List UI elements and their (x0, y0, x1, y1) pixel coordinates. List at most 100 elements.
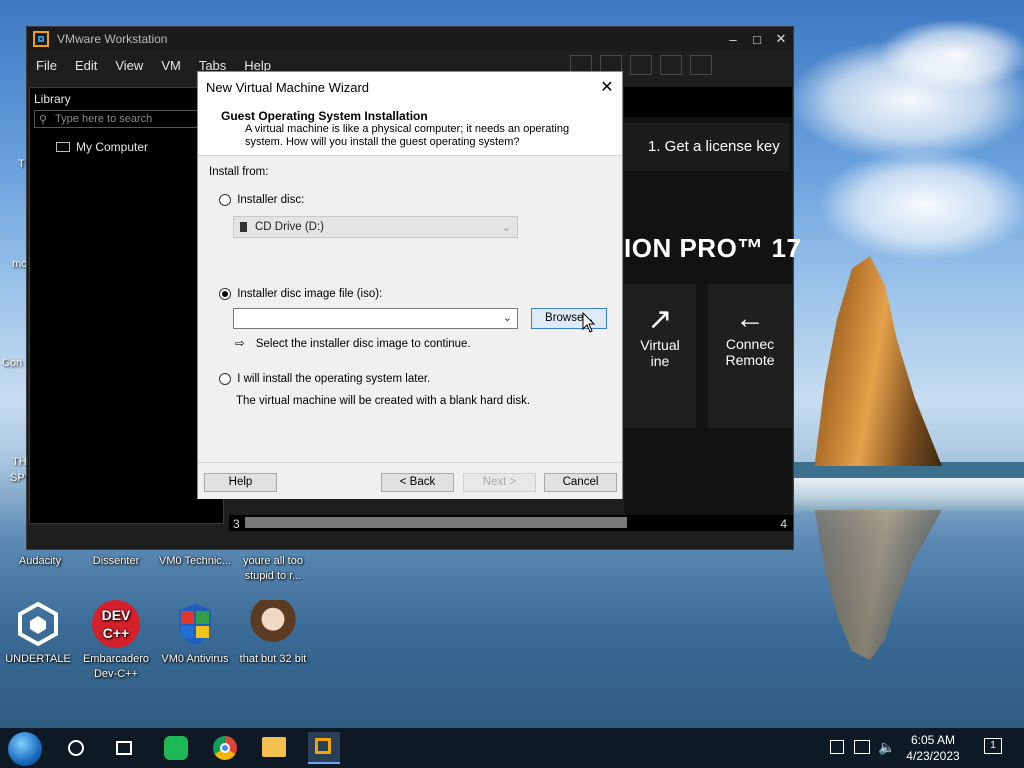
desktop-icon-32bit[interactable]: that but 32 bit (235, 600, 311, 667)
description-line: system. How will you install the guest o… (245, 136, 520, 148)
option-label: I will install the operating system late… (237, 373, 431, 386)
status-left: 3 (233, 517, 240, 531)
library-search-input[interactable]: ⚲ Type here to search (34, 110, 219, 128)
console-view-icon[interactable] (690, 55, 713, 75)
close-button[interactable]: ✕ (769, 31, 793, 47)
install-later-description: The virtual machine will be created with… (236, 395, 531, 407)
devcpp-icon: DEV C++ (92, 600, 140, 648)
wizard-heading: Guest Operating System Installation (221, 109, 428, 123)
card-label: Connec Remote (725, 336, 775, 368)
dialog-title: New Virtual Machine Wizard (206, 79, 370, 95)
fullscreen-icon[interactable] (630, 55, 653, 75)
cloud (880, 20, 1024, 90)
desktop-icon-vm0-technic[interactable]: VM0 Technic... (157, 554, 233, 569)
desktop-icon-devcpp[interactable]: DEV C++ Embarcadero Dev-C++ (78, 600, 154, 682)
search-circle-icon[interactable] (68, 740, 84, 756)
mouse-cursor-icon (582, 312, 596, 333)
notification-center-icon[interactable]: 1 (984, 738, 1002, 754)
help-button[interactable]: Help (204, 473, 277, 492)
connect-remote-card[interactable]: ← Connec Remote (708, 284, 792, 428)
search-icon: ⚲ (39, 113, 48, 126)
cd-drive-select: CD Drive (D:) ⌄ (233, 216, 518, 238)
cancel-button[interactable]: Cancel (544, 473, 617, 492)
home-tab: 1. Get a license key ION PRO™ 17 ↗ Virtu… (624, 87, 801, 519)
window-title: VMware Workstation (57, 32, 168, 46)
radio-installer-disc[interactable] (219, 194, 231, 206)
desktop-icon-antivirus[interactable]: VM0 Antivirus (157, 600, 233, 667)
card-label: Virtual ine (640, 337, 680, 369)
edge-label[interactable]: Con (2, 357, 22, 369)
clock[interactable]: 6:05 AM 4/23/2023 (898, 732, 968, 764)
wizard-button-bar: Help < Back Next > Cancel (198, 462, 622, 499)
cloud (820, 150, 1024, 260)
edge-label[interactable]: T (18, 158, 25, 170)
start-button[interactable] (8, 732, 42, 766)
chevron-down-icon[interactable]: ⌄ (503, 311, 512, 324)
menu-view[interactable]: View (106, 58, 152, 73)
radio-install-later[interactable] (219, 373, 231, 385)
menu-file[interactable]: File (27, 58, 66, 73)
new-vm-wizard-dialog: New Virtual Machine Wizard ✕ Guest Opera… (197, 71, 623, 499)
arrow-right-icon: ⇨ (235, 338, 245, 350)
option-label: Installer disc image file (iso): (237, 288, 383, 301)
next-button[interactable]: Next > (463, 473, 536, 492)
portrait-image-icon (249, 600, 297, 648)
copy-icon[interactable] (830, 740, 844, 754)
option-label: Installer disc: (237, 194, 305, 207)
vmware-taskbar-icon[interactable] (308, 732, 340, 764)
clock-time: 6:05 AM (910, 733, 956, 747)
radio-iso-file[interactable] (219, 288, 231, 300)
taskbar: 🔈 6:05 AM 4/23/2023 1 (0, 728, 1024, 768)
product-brand: ION PRO™ 17 (624, 233, 802, 263)
volume-muted-icon[interactable]: 🔈 (878, 739, 895, 755)
file-explorer-icon[interactable] (262, 737, 286, 757)
wizard-description: A virtual machine is like a physical com… (221, 123, 622, 149)
icon-label: youre all too stupid to r... (243, 555, 303, 582)
chevron-down-icon: ⌄ (501, 222, 511, 234)
status-right: 4 (780, 517, 787, 531)
back-button[interactable]: < Back (381, 473, 454, 492)
option-iso-file[interactable]: Installer disc image file (iso): (219, 288, 382, 300)
edge-label[interactable]: TH (12, 456, 27, 468)
minimize-button[interactable]: – (721, 32, 745, 47)
dialog-title-bar[interactable]: New Virtual Machine Wizard ✕ (198, 72, 622, 102)
shield-icon (171, 600, 219, 648)
option-install-later[interactable]: I will install the operating system late… (219, 373, 430, 385)
unity-icon (14, 600, 62, 648)
icon-label: Embarcadero Dev-C++ (82, 653, 150, 680)
install-from-label: Install from: (209, 166, 269, 178)
menu-vm[interactable]: VM (152, 58, 190, 73)
icon-label: Dissenter (92, 555, 140, 567)
menu-edit[interactable]: Edit (66, 58, 106, 73)
wizard-header: Guest Operating System Installation A vi… (198, 102, 622, 156)
vmware-logo-icon (33, 31, 49, 47)
desktop-icon-dissenter[interactable]: Dissenter (78, 554, 154, 569)
get-license-key-button[interactable]: 1. Get a license key (624, 123, 789, 171)
search-placeholder: Type here to search (55, 113, 153, 125)
title-bar[interactable]: VMware Workstation – □ ✕ (27, 27, 793, 51)
icon-label: VM0 Technic... (159, 555, 231, 567)
unity-mode-icon[interactable] (660, 55, 683, 75)
network-icon[interactable] (854, 740, 870, 754)
icon-label: VM0 Antivirus (161, 653, 229, 665)
status-bar: 3 4 (229, 515, 793, 531)
arrow-left-icon: ← (735, 302, 765, 335)
chrome-icon[interactable] (213, 736, 237, 760)
task-view-icon[interactable] (116, 741, 132, 755)
desktop-icon-stupid[interactable]: youre all too stupid to r... (235, 554, 311, 584)
option-installer-disc[interactable]: Installer disc: (219, 194, 304, 206)
icon-label: UNDERTALE (5, 653, 71, 665)
close-icon[interactable]: ✕ (592, 77, 622, 97)
edge-label[interactable]: mo (12, 258, 27, 270)
surf (792, 478, 1024, 512)
chat-app-icon[interactable] (164, 736, 188, 760)
desktop-icon-undertale[interactable]: UNDERTALE (0, 600, 76, 667)
horizontal-scrollbar[interactable] (245, 517, 627, 528)
tab-bar (624, 87, 792, 117)
computer-icon (56, 142, 70, 152)
external-arrow-icon: ↗ (647, 303, 673, 336)
maximize-button[interactable]: □ (745, 32, 769, 47)
desktop-icon-audacity[interactable]: Audacity (2, 554, 78, 569)
iso-path-combobox[interactable]: ⌄ (233, 308, 518, 329)
create-vm-card[interactable]: ↗ Virtual ine (624, 284, 696, 428)
